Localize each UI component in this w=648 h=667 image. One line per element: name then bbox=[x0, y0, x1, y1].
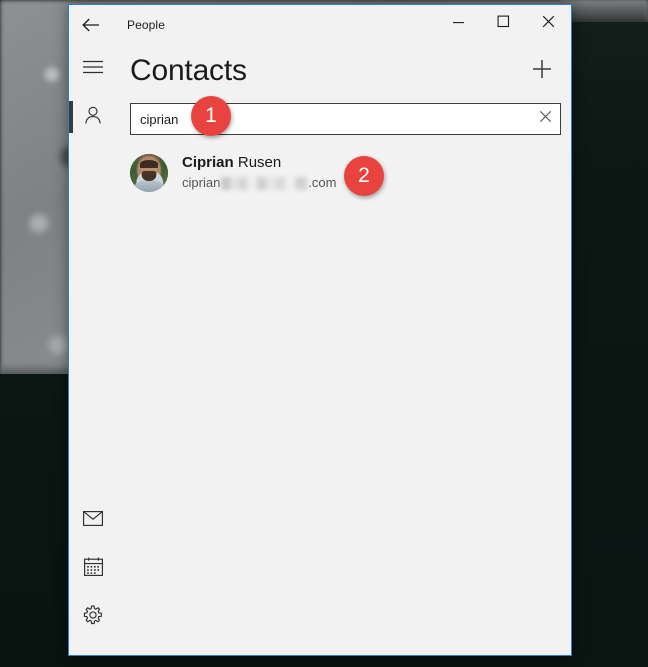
contact-details: Ciprian Rusen ciprian .com bbox=[182, 153, 336, 192]
contact-photo-avatar bbox=[130, 153, 168, 192]
page-title: Contacts bbox=[130, 54, 247, 87]
search-row bbox=[117, 97, 571, 135]
calendar-icon bbox=[83, 557, 103, 581]
window-controls bbox=[436, 5, 571, 45]
titlebar: People bbox=[69, 5, 571, 45]
person-icon bbox=[83, 105, 103, 130]
sidebar-item-settings[interactable] bbox=[69, 593, 117, 641]
redacted-email-block bbox=[221, 176, 308, 190]
plus-icon bbox=[531, 58, 553, 85]
minimize-button[interactable] bbox=[436, 5, 481, 43]
close-button[interactable] bbox=[526, 5, 571, 43]
settings-gear-icon bbox=[83, 605, 103, 630]
back-arrow-icon bbox=[82, 18, 100, 32]
sidebar-item-mail[interactable] bbox=[69, 497, 117, 545]
clear-x-icon bbox=[539, 110, 552, 128]
contact-first-name: Ciprian bbox=[182, 154, 234, 171]
hamburger-menu-button[interactable] bbox=[69, 45, 117, 93]
contact-email-suffix: .com bbox=[308, 175, 337, 190]
add-contact-button[interactable] bbox=[523, 52, 561, 90]
window-body: Contacts ciprian Ciprian Rusen ciprian .… bbox=[69, 45, 571, 655]
app-title: People bbox=[127, 18, 165, 32]
people-app-window: People Contacts ciprian Ciprian Rusen ci… bbox=[68, 4, 572, 656]
callout-badge-1: 1 bbox=[191, 96, 231, 136]
close-icon bbox=[542, 15, 555, 33]
sidebar-item-calendar[interactable] bbox=[69, 545, 117, 593]
left-navigation-rail bbox=[69, 45, 117, 655]
contact-results-list: Ciprian Rusen ciprian .com bbox=[117, 135, 571, 655]
callout-badge-2: 2 bbox=[344, 156, 384, 196]
contacts-pane: Contacts ciprian Ciprian Rusen ciprian .… bbox=[117, 45, 571, 655]
clear-search-button[interactable] bbox=[530, 105, 560, 133]
minimize-icon bbox=[452, 15, 465, 33]
contact-name: Ciprian Rusen bbox=[182, 153, 336, 172]
contact-email-prefix: ciprian bbox=[182, 175, 221, 190]
contacts-header: Contacts bbox=[117, 45, 571, 97]
mail-icon bbox=[83, 511, 103, 531]
sidebar-bottom-group bbox=[69, 497, 117, 655]
wallpaper-dark-area-right bbox=[560, 22, 648, 667]
maximize-icon bbox=[497, 15, 510, 33]
hamburger-menu-icon bbox=[83, 60, 103, 79]
back-button[interactable] bbox=[69, 6, 113, 44]
contact-last-name: Rusen bbox=[237, 154, 282, 171]
sidebar-item-people[interactable] bbox=[69, 93, 117, 141]
contact-email: ciprian .com bbox=[182, 174, 336, 192]
maximize-button[interactable] bbox=[481, 5, 526, 43]
